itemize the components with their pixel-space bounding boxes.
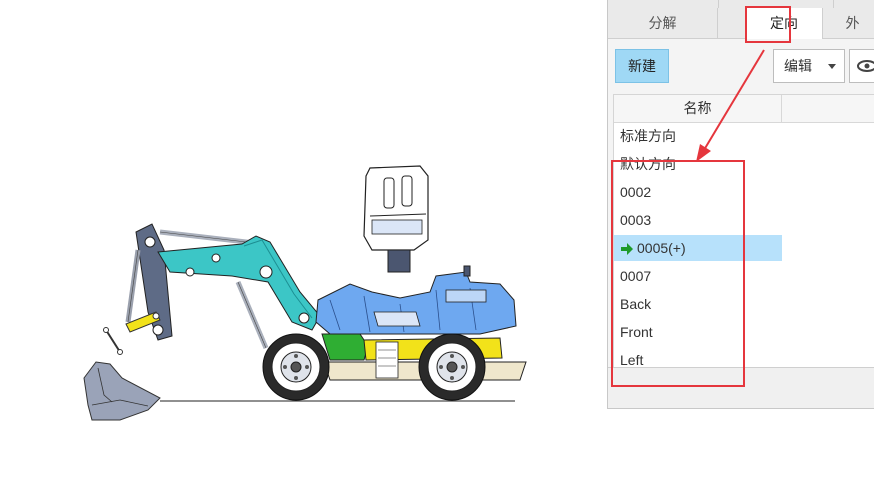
arm-cylinder (159, 229, 256, 246)
list-item-label: Back (620, 296, 652, 312)
list-item[interactable]: Left (614, 347, 782, 368)
chevron-down-icon (828, 64, 836, 69)
front-wheel (418, 333, 486, 401)
list-item-label: 0005(+) (637, 240, 686, 256)
tab-bar: 分解 定向 外 (608, 8, 874, 39)
view-manager-panel: 分解 定向 外 新建 编辑 名称 标准方向 默认方向 0002 0003 000… (607, 0, 874, 409)
list-item-label: Front (620, 324, 653, 340)
bucket-cylinder (125, 249, 141, 323)
green-arrow-icon (621, 243, 633, 256)
list-item[interactable]: 默认方向 (614, 151, 782, 177)
body (315, 265, 517, 335)
eye-icon (857, 60, 874, 72)
list-item-label: 0007 (620, 268, 652, 284)
link-pin (103, 327, 123, 355)
edit-dropdown-button[interactable]: 编辑 (773, 49, 845, 83)
bucket (83, 361, 161, 421)
panel-footer (608, 367, 874, 408)
list-item-label: 默认方向 (620, 156, 676, 172)
model-viewport[interactable] (0, 0, 605, 481)
list-item[interactable]: 标准方向 (614, 123, 782, 149)
name-column-header[interactable]: 名称 (614, 95, 782, 122)
tab-orientation[interactable]: 定向 (746, 8, 823, 39)
boom-cylinder (235, 281, 269, 349)
edit-button-label: 编辑 (784, 58, 812, 74)
list-item-label: 0002 (620, 184, 652, 200)
new-button[interactable]: 新建 (615, 49, 669, 83)
list-item[interactable]: Front (614, 319, 782, 345)
list-item-label: Left (620, 352, 644, 368)
list-item[interactable]: 0003 (614, 207, 782, 233)
list-item[interactable]: 0002 (614, 179, 782, 205)
list-item[interactable]: 0007 (614, 263, 782, 289)
list-item-selected[interactable]: 0005(+) (614, 235, 782, 261)
cabin (363, 165, 429, 273)
list-item-label: 标准方向 (620, 128, 676, 144)
toolbar: 新建 编辑 (608, 39, 874, 93)
list-item[interactable]: Back (614, 291, 782, 317)
rear-wheel (262, 333, 330, 401)
list-item-label: 0003 (620, 212, 652, 228)
tab-appearance[interactable]: 外 (823, 8, 874, 38)
orientation-list: 名称 标准方向 默认方向 0002 0003 0005(+) 0007 Back… (613, 94, 874, 368)
list-header: 名称 (614, 95, 874, 123)
tab-explode[interactable]: 分解 (608, 8, 718, 38)
visibility-button[interactable] (849, 49, 874, 83)
